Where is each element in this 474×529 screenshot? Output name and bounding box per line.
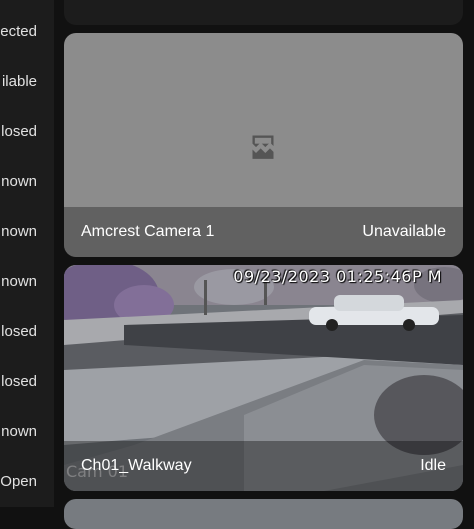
entity-state[interactable]: nown [1,272,37,292]
camera-state: Idle [420,457,446,474]
top-card [64,0,463,25]
entity-state[interactable]: ilable [2,72,37,92]
entity-state[interactable]: losed [1,372,37,392]
camera-card-walkway[interactable]: 09/23/2023 01:25:46P M Cam 01 Ch01_Walkw… [64,265,463,491]
camera-footer: Amcrest Camera 1 Unavailable [64,207,463,257]
entity-state[interactable]: ected [0,22,37,42]
osd-timestamp: 09/23/2023 01:25:46P M [233,267,442,286]
camera-name: Amcrest Camera 1 [81,223,215,240]
camera-footer: Ch01_Walkway Idle [64,441,463,491]
camera-name: Ch01_Walkway [81,457,192,474]
broken-image-icon [252,135,274,159]
entity-state[interactable]: nown [1,422,37,442]
camera-card-partial[interactable] [64,499,463,529]
camera-card-amcrest[interactable]: Amcrest Camera 1 Unavailable [64,33,463,257]
entity-state[interactable]: nown [1,222,37,242]
entity-state[interactable]: losed [1,322,37,342]
entity-state[interactable]: Open [0,472,37,492]
entities-card: ected ilable losed nown nown nown losed … [0,0,54,507]
entity-state[interactable]: nown [1,172,37,192]
camera-state: Unavailable [362,223,446,240]
entity-state[interactable]: losed [1,122,37,142]
